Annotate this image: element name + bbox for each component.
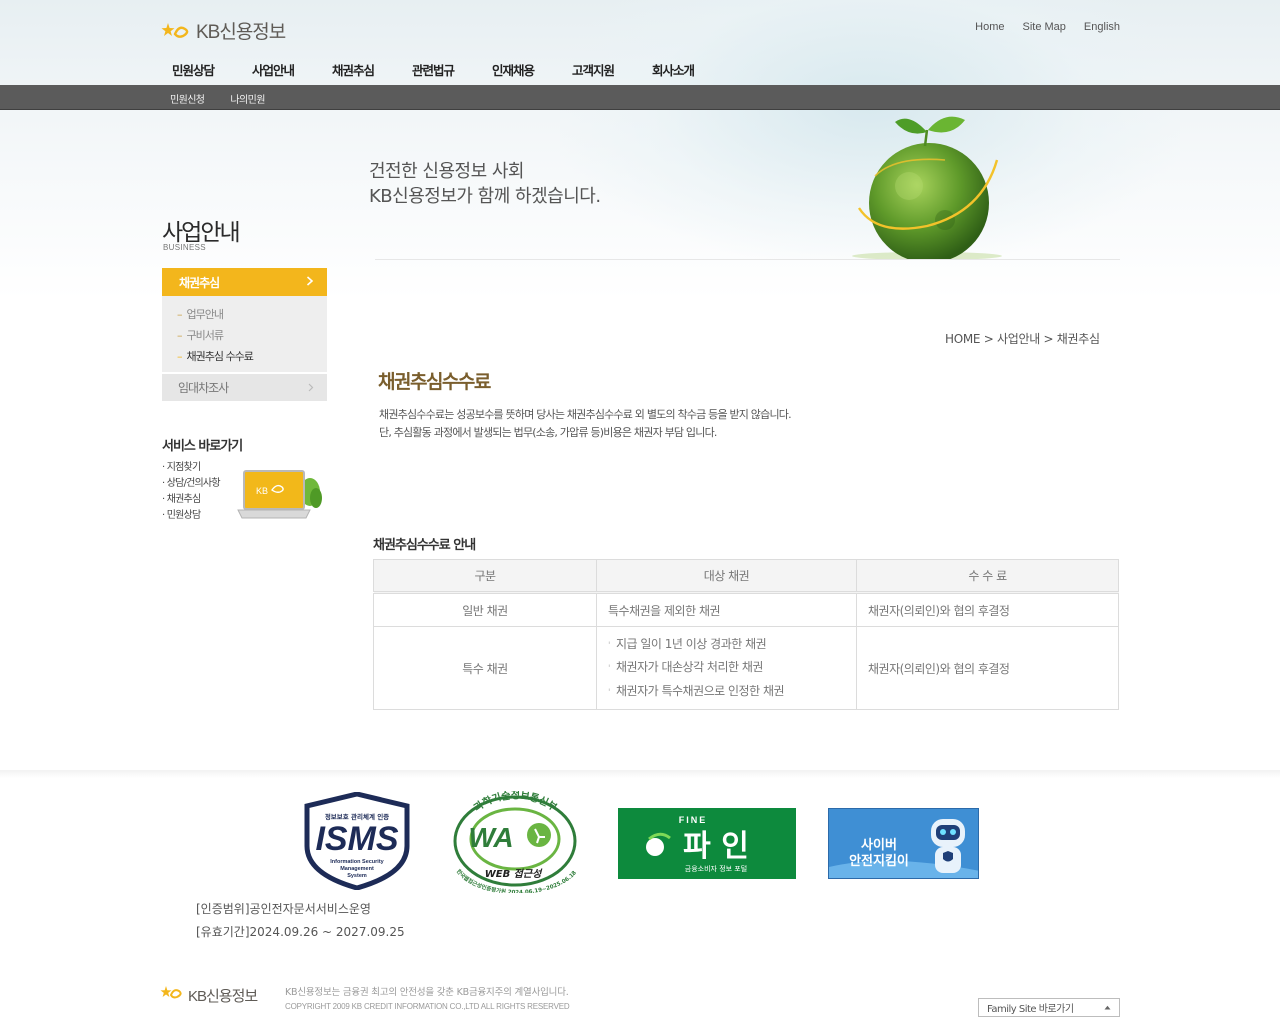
- service-link-counsel[interactable]: · 상담/건의사항: [162, 474, 221, 490]
- svg-text:WEB 접근성: WEB 접근성: [485, 868, 543, 880]
- section-subtitle: BUSINESS: [163, 243, 206, 252]
- bullet-icon: ': [608, 664, 610, 675]
- gnb-item-collection[interactable]: 채권추심: [322, 60, 402, 79]
- footer-copyright: KB신용정보는 금융권 최고의 안전성을 갖춘 KB금융지주의 계열사입니다. …: [285, 986, 570, 1014]
- gnb-item-support[interactable]: 고객지원: [562, 60, 642, 79]
- lnb-sub-item-fee[interactable]: – 채권추심 수수료: [177, 348, 327, 369]
- table-row: 특수 채권 ' 지급 일이 1년 이상 경과한 채권 ' 채권자가 대손상각 처리한…: [373, 626, 1119, 710]
- table-cell-type: 일반 채권: [373, 592, 597, 627]
- list-item: ' 채권자가 대손상각 처리한 채권: [608, 660, 763, 675]
- hero-divider: [375, 259, 1120, 260]
- description: 채권추심수수료는 성공보수를 뜻하며 당사는 채권추심수수료 외 별도의 착수금…: [379, 406, 792, 442]
- kb-star-icon: [161, 20, 191, 42]
- description-line-2: 단, 추심활동 과정에서 발생되는 법무(소송, 가압류 등)비용은 채권자 부…: [379, 426, 717, 439]
- svg-text:안전지킴이: 안전지킴이: [849, 853, 909, 869]
- footer-affiliate-text: KB신용정보는 금융권 최고의 안전성을 갖춘 KB금융지주의 계열사입니다.: [285, 987, 569, 998]
- dash-icon: –: [177, 350, 182, 363]
- svg-text:ISMS: ISMS: [315, 820, 398, 858]
- table-header-cell: 대상 채권: [596, 559, 857, 594]
- site-logo[interactable]: KB신용정보: [161, 17, 286, 44]
- svg-text:FINE: FINE: [679, 815, 708, 825]
- cert-period: [유효기간]2024.09.26 ~ 2027.09.25: [196, 925, 405, 939]
- lnb-item-label: 채권추심: [179, 275, 220, 290]
- service-link-collection[interactable]: · 채권추심: [162, 490, 220, 506]
- chevron-right-icon: [308, 381, 314, 395]
- table-cell-type: 특수 채권: [373, 626, 597, 710]
- web-accessibility-badge[interactable]: 과학기술정보통신부 WA WEB 접근성 한국웹접근성인증평가원 2024.06…: [443, 789, 588, 896]
- sitemap-link[interactable]: Site Map: [1023, 21, 1066, 33]
- lnb-sub-menu: – 업무안내 – 구비서류 – 채권추심 수수료: [162, 296, 327, 372]
- svg-text:사이버: 사이버: [861, 837, 897, 853]
- gnb-item-business[interactable]: 사업안내: [242, 60, 322, 79]
- list-item: ' 지급 일이 1년 이상 경과한 채권: [608, 636, 767, 651]
- family-site-select[interactable]: Family Site 바로가기: [978, 998, 1120, 1017]
- subnav-item-my[interactable]: 나의민원: [230, 91, 265, 106]
- svg-text:KB: KB: [256, 486, 268, 496]
- bullet-icon: ': [608, 640, 610, 651]
- table-row: 일반 채권 특수채권을 제외한 채권 채권자(의뢰인)와 협의 후결정: [373, 592, 1119, 627]
- service-shortcut-title: 서비스 바로가기: [162, 439, 243, 454]
- footer-logo[interactable]: KB신용정보: [160, 984, 258, 1006]
- fee-table: 구분 대상 채권 수 수 료 일반 채권 특수채권을 제외한 채권 채권자(의뢰…: [373, 559, 1119, 710]
- lnb-item-lease-survey[interactable]: 임대차조사: [162, 374, 327, 401]
- hero-tagline-1: 건전한 신용정보 사회: [369, 161, 524, 182]
- lnb-sub-item-guide[interactable]: – 업무안내: [177, 306, 327, 327]
- service-link-civil[interactable]: · 민원상담: [162, 506, 220, 522]
- cert-scope: [인증범위]공인전자문서서비스운영: [196, 902, 371, 916]
- kb-star-icon: [160, 984, 184, 1006]
- table-cell-fee: 채권자(의뢰인)와 협의 후결정: [856, 592, 1119, 627]
- table-title: 채권추심수수료 안내: [373, 538, 476, 553]
- svg-text:System: System: [347, 873, 367, 879]
- breadcrumb: HOME > 사업안내 > 채권추심: [945, 332, 1100, 346]
- certification-info: [인증범위]공인전자문서서비스운영 [유효기간]2024.09.26 ~ 202…: [196, 898, 405, 944]
- table-cell-target: ' 지급 일이 1년 이상 경과한 채권 ' 채권자가 대손상각 처리한 채권 ' 채…: [596, 626, 857, 710]
- hero-tagline-2: KB신용정보가 함께 하겠습니다.: [369, 186, 601, 207]
- caret-up-icon: [1104, 1002, 1111, 1013]
- gnb-item-civil[interactable]: 민원상담: [162, 60, 242, 79]
- family-site-label: Family Site 바로가기: [987, 1004, 1074, 1015]
- sub-nav-bar: 민원신청 나의민원: [0, 85, 1280, 110]
- green-globe-image: [847, 108, 1007, 263]
- home-link[interactable]: Home: [975, 21, 1004, 33]
- gnb-item-law[interactable]: 관련법규: [402, 60, 482, 79]
- svg-text:WA: WA: [468, 822, 513, 853]
- subnav-item-request[interactable]: 민원신청: [170, 91, 205, 106]
- section-title: 사업안내: [162, 220, 241, 246]
- svg-text:Information Security: Information Security: [330, 859, 384, 865]
- footer-divider: [0, 770, 1280, 778]
- logo-text: KB신용정보: [196, 22, 286, 43]
- svg-text:파 인: 파 인: [683, 829, 749, 864]
- table-cell-fee: 채권자(의뢰인)와 협의 후결정: [856, 626, 1119, 710]
- lnb-item-collection[interactable]: 채권추심: [162, 268, 327, 296]
- main-nav: 민원상담 사업안내 채권추심 관련법규 인재채용 고객지원 회사소개: [162, 60, 722, 79]
- dash-icon: –: [177, 308, 182, 321]
- lnb-item-label: 임대차조사: [178, 381, 229, 395]
- isms-certification-badge[interactable]: 정보보호 관리체계 인증 ISMS Information Security M…: [299, 791, 415, 891]
- footer-copyright-text: COPYRIGHT 2009 KB CREDIT INFORMATION CO.…: [285, 1002, 570, 1011]
- gnb-item-recruit[interactable]: 인재채용: [482, 60, 562, 79]
- table-cell-target: 특수채권을 제외한 채권: [596, 592, 857, 627]
- table-header-cell: 구분: [373, 559, 597, 594]
- laptop-banner-image[interactable]: KB: [236, 468, 324, 524]
- service-shortcut-list: · 지점찾기 · 상담/건의사항 · 채권추심 · 민원상담: [162, 458, 221, 522]
- svg-text:Management: Management: [340, 866, 374, 872]
- page-title: 채권추심수수료: [378, 371, 491, 393]
- cyber-safety-banner[interactable]: 사이버 안전지킴이: [828, 808, 979, 879]
- english-link[interactable]: English: [1084, 21, 1120, 33]
- service-link-branch[interactable]: · 지점찾기: [162, 458, 220, 474]
- list-item: ' 채권자가 특수채권으로 인정한 채권: [608, 683, 785, 698]
- chevron-right-icon: [306, 275, 314, 289]
- footer-logo-text: KB신용정보: [188, 987, 258, 1005]
- description-line-1: 채권추심수수료는 성공보수를 뜻하며 당사는 채권추심수수료 외 별도의 착수금…: [379, 408, 792, 421]
- bullet-icon: ': [608, 687, 610, 698]
- svg-text:금융소비자 정보 포털: 금융소비자 정보 포털: [685, 864, 747, 873]
- utility-nav: Home Site Map English: [975, 21, 1120, 33]
- fine-portal-banner[interactable]: FINE 파 인 금융소비자 정보 포털: [618, 808, 796, 879]
- gnb-item-company[interactable]: 회사소개: [642, 60, 722, 79]
- table-header-cell: 수 수 료: [856, 559, 1119, 594]
- table-header-row: 구분 대상 채권 수 수 료: [373, 559, 1119, 594]
- lnb-sub-item-documents[interactable]: – 구비서류: [177, 327, 327, 348]
- dash-icon: –: [177, 329, 182, 342]
